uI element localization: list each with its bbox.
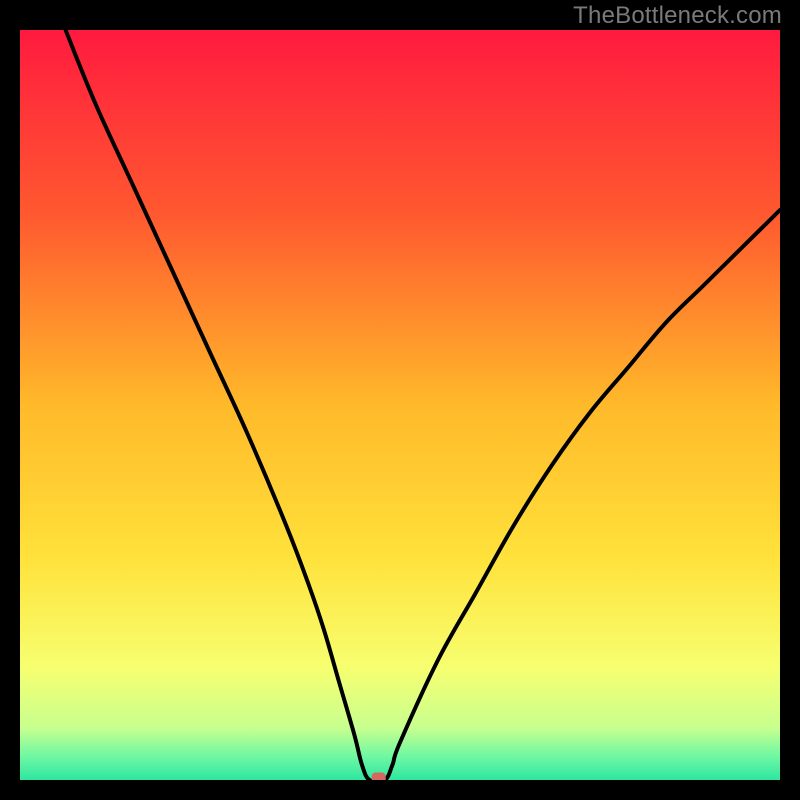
chart-frame: TheBottleneck.com xyxy=(0,0,800,800)
optimal-marker xyxy=(372,773,386,781)
plot-svg xyxy=(20,30,780,780)
plot-area xyxy=(20,30,780,780)
gradient-background xyxy=(20,30,780,780)
watermark-text: TheBottleneck.com xyxy=(573,2,782,30)
